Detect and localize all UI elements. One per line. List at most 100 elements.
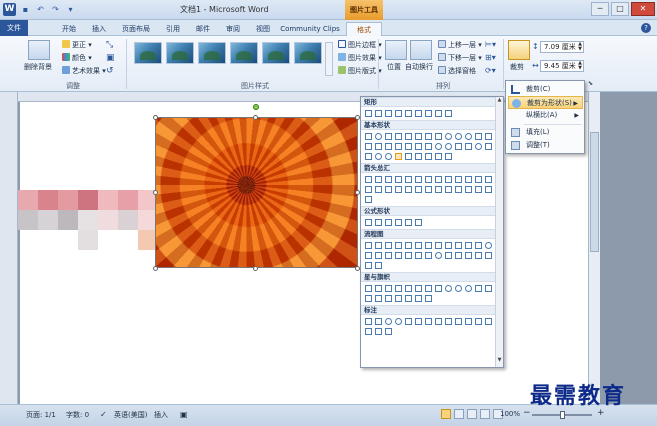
resize-handle[interactable] xyxy=(153,190,158,195)
group-icon[interactable]: ⊞▾ xyxy=(485,53,496,62)
remove-background-button[interactable]: 删除背景 xyxy=(24,62,52,72)
banner-shape[interactable] xyxy=(385,295,392,302)
pie-shape[interactable] xyxy=(465,133,472,140)
flowchart-shape[interactable] xyxy=(375,262,382,269)
plus-sign-shape[interactable] xyxy=(365,219,372,226)
rotate-icon[interactable]: ⟳▾ xyxy=(485,66,496,75)
print-layout-view-icon[interactable] xyxy=(441,409,451,419)
flowchart-shape[interactable] xyxy=(445,252,452,259)
picture-style-thumb[interactable] xyxy=(134,42,162,64)
not-equal-sign-shape[interactable] xyxy=(415,219,422,226)
trapezoid-shape[interactable] xyxy=(405,133,412,140)
tab-format[interactable]: 格式 xyxy=(346,22,382,36)
flowchart-shape[interactable] xyxy=(435,252,442,259)
close-button[interactable]: ✕ xyxy=(631,2,655,16)
corrections-button[interactable]: 更正 ▾ xyxy=(62,40,92,50)
star-shape[interactable] xyxy=(365,285,372,292)
rounded-rectangle-shape[interactable] xyxy=(375,110,382,117)
rectangle-shape[interactable] xyxy=(365,110,372,117)
half-frame-shape[interactable] xyxy=(365,143,372,150)
vertical-scrollbar[interactable] xyxy=(588,92,600,404)
color-button[interactable]: 颜色 ▾ xyxy=(62,53,92,63)
arrow-shape[interactable] xyxy=(415,176,422,183)
bracket-shape[interactable] xyxy=(435,153,442,160)
star-shape[interactable] xyxy=(445,285,452,292)
gallery-scrollbar[interactable]: ▲ ▼ xyxy=(495,97,503,367)
oval-shape[interactable] xyxy=(375,133,382,140)
wrap-text-icon[interactable] xyxy=(410,40,432,60)
zoom-slider[interactable] xyxy=(532,411,592,419)
arrow-shape[interactable] xyxy=(415,186,422,193)
undo-icon[interactable]: ↶ xyxy=(35,4,46,15)
web-layout-view-icon[interactable] xyxy=(467,409,477,419)
arrow-shape[interactable] xyxy=(365,186,372,193)
block-arc-shape[interactable] xyxy=(455,143,462,150)
tab-page-layout[interactable]: 页面布局 xyxy=(116,22,156,36)
callout-shape[interactable] xyxy=(445,318,452,325)
zoom-level[interactable]: 100% xyxy=(500,410,520,418)
arrow-shape[interactable] xyxy=(365,196,372,203)
flowchart-shape[interactable] xyxy=(435,242,442,249)
spinner-arrows-icon[interactable]: ▲ ▼ xyxy=(578,42,582,52)
star-shape[interactable] xyxy=(385,285,392,292)
callout-shape[interactable] xyxy=(375,318,382,325)
star-shape[interactable] xyxy=(425,285,432,292)
star-shape[interactable] xyxy=(455,285,462,292)
remove-background-icon[interactable] xyxy=(28,40,50,60)
bracket-shape[interactable] xyxy=(415,153,422,160)
text-box-shape[interactable] xyxy=(365,133,372,140)
callout-shape[interactable] xyxy=(425,318,432,325)
cube-shape[interactable] xyxy=(415,143,422,150)
scroll-down-icon[interactable]: ▼ xyxy=(496,357,503,365)
arrow-shape[interactable] xyxy=(475,186,482,193)
rectangle-shape[interactable] xyxy=(405,110,412,117)
arrow-shape[interactable] xyxy=(445,176,452,183)
rectangle-shape[interactable] xyxy=(445,110,452,117)
flowchart-shape[interactable] xyxy=(405,252,412,259)
insert-mode[interactable]: 插入 xyxy=(154,410,168,420)
minus-sign-shape[interactable] xyxy=(375,219,382,226)
outline-view-icon[interactable] xyxy=(480,409,490,419)
sun-shape[interactable] xyxy=(375,153,382,160)
equal-sign-shape[interactable] xyxy=(405,219,412,226)
banner-shape[interactable] xyxy=(485,285,492,292)
arrow-shape[interactable] xyxy=(425,186,432,193)
no-symbol-shape[interactable] xyxy=(445,143,452,150)
flowchart-shape[interactable] xyxy=(455,252,462,259)
customize-icon[interactable]: ▾ xyxy=(65,4,76,15)
arc-shape[interactable] xyxy=(405,153,412,160)
picture-layout-button[interactable]: 图片版式 ▾ xyxy=(338,66,382,76)
callout-shape[interactable] xyxy=(485,318,492,325)
plaque-shape[interactable] xyxy=(395,143,402,150)
tab-community-clips[interactable]: Community Clips xyxy=(280,22,340,36)
flowchart-shape[interactable] xyxy=(395,252,402,259)
star-shape[interactable] xyxy=(405,285,412,292)
moon-shape[interactable] xyxy=(385,153,392,160)
selection-pane-button[interactable]: 选择窗格 xyxy=(438,66,476,76)
arrow-shape[interactable] xyxy=(455,186,462,193)
crop-button[interactable]: 裁剪 xyxy=(510,62,524,72)
change-picture-icon[interactable]: ▣ xyxy=(106,53,115,63)
resize-handle[interactable] xyxy=(153,115,158,120)
arrow-shape[interactable] xyxy=(375,186,382,193)
redo-icon[interactable]: ↷ xyxy=(50,4,61,15)
flowchart-shape[interactable] xyxy=(375,242,382,249)
star-shape[interactable] xyxy=(415,285,422,292)
arrow-shape[interactable] xyxy=(475,176,482,183)
arrow-shape[interactable] xyxy=(395,176,402,183)
banner-shape[interactable] xyxy=(365,295,372,302)
wrap-text-button[interactable]: 自动换行 xyxy=(405,62,433,72)
arrow-shape[interactable] xyxy=(425,176,432,183)
chrysanthemum-photo[interactable] xyxy=(155,117,358,268)
picture-border-button[interactable]: 图片边框 ▾ xyxy=(338,40,382,50)
width-field[interactable]: 9.45 厘米 ▲ ▼ xyxy=(540,60,584,72)
save-icon[interactable]: ▪ xyxy=(20,4,31,15)
send-backward-button[interactable]: 下移一层 ▾ xyxy=(438,53,482,63)
brace-shape[interactable] xyxy=(425,153,432,160)
minimize-button[interactable]: ─ xyxy=(591,2,609,16)
heart-shape[interactable] xyxy=(485,143,492,150)
callout-shape[interactable] xyxy=(435,318,442,325)
tab-references[interactable]: 引用 xyxy=(160,22,186,36)
picture-effects-button[interactable]: 图片效果 ▾ xyxy=(338,53,382,63)
diamond-shape[interactable] xyxy=(415,133,422,140)
